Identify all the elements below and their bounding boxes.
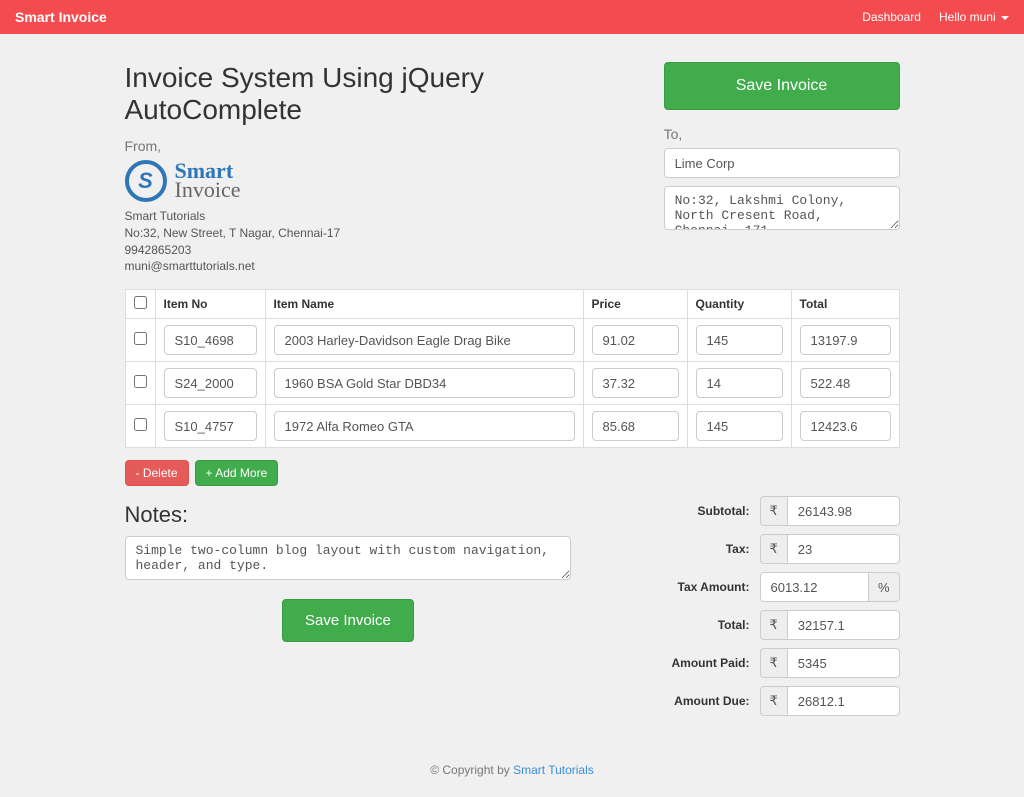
qty-input[interactable] xyxy=(696,368,783,398)
row-checkbox[interactable] xyxy=(134,375,147,388)
currency-icon: ₹ xyxy=(760,534,787,564)
user-menu[interactable]: Hello muni xyxy=(939,10,1009,24)
total-label: Total: xyxy=(591,618,759,632)
delete-button[interactable]: - Delete xyxy=(125,460,189,486)
th-price: Price xyxy=(583,290,687,319)
top-navbar: Smart Invoice Dashboard Hello muni xyxy=(0,0,1024,34)
qty-input[interactable] xyxy=(696,411,783,441)
tax-label: Tax: xyxy=(591,542,759,556)
notes-title: Notes: xyxy=(125,502,572,528)
table-row xyxy=(125,362,899,405)
to-name-input[interactable] xyxy=(664,148,900,178)
percent-icon: % xyxy=(869,572,900,602)
from-email: muni@smarttutorials.net xyxy=(125,258,644,275)
user-greeting: Hello muni xyxy=(939,10,996,24)
to-label: To, xyxy=(664,126,900,142)
table-row xyxy=(125,405,899,448)
total-input[interactable] xyxy=(787,610,900,640)
price-input[interactable] xyxy=(592,325,679,355)
itemno-input[interactable] xyxy=(164,411,257,441)
due-label: Amount Due: xyxy=(591,694,759,708)
th-itemname: Item Name xyxy=(265,290,583,319)
to-address-input[interactable] xyxy=(664,186,900,230)
itemno-input[interactable] xyxy=(164,325,257,355)
footer-prefix: © Copyright by xyxy=(430,763,513,777)
invoice-table: Item No Item Name Price Quantity Total xyxy=(125,289,900,448)
paid-label: Amount Paid: xyxy=(591,656,759,670)
select-all-checkbox[interactable] xyxy=(134,296,147,309)
from-info: Smart Tutorials No:32, New Street, T Nag… xyxy=(125,208,644,275)
footer: © Copyright by Smart Tutorials xyxy=(0,749,1024,797)
price-input[interactable] xyxy=(592,411,679,441)
currency-icon: ₹ xyxy=(760,686,787,716)
itemname-input[interactable] xyxy=(274,368,575,398)
price-input[interactable] xyxy=(592,368,679,398)
due-input[interactable] xyxy=(787,686,900,716)
save-invoice-top-button[interactable]: Save Invoice xyxy=(664,62,900,110)
from-company: Smart Tutorials xyxy=(125,208,644,225)
logo-icon: S xyxy=(125,160,167,202)
from-address: No:32, New Street, T Nagar, Chennai-17 xyxy=(125,225,644,242)
notes-input[interactable] xyxy=(125,536,572,580)
qty-input[interactable] xyxy=(696,325,783,355)
taxamount-label: Tax Amount: xyxy=(591,580,759,594)
from-phone: 9942865203 xyxy=(125,242,644,259)
taxamount-input[interactable] xyxy=(760,572,869,602)
nav-right: Dashboard Hello muni xyxy=(862,10,1009,24)
currency-icon: ₹ xyxy=(760,648,787,678)
row-checkbox[interactable] xyxy=(134,332,147,345)
tax-input[interactable] xyxy=(787,534,900,564)
save-invoice-bottom-button[interactable]: Save Invoice xyxy=(282,599,414,642)
footer-link[interactable]: Smart Tutorials xyxy=(513,763,594,777)
dashboard-link[interactable]: Dashboard xyxy=(862,10,921,24)
logo-line2: Invoice xyxy=(175,181,241,200)
total-input[interactable] xyxy=(800,325,891,355)
currency-icon: ₹ xyxy=(760,610,787,640)
subtotal-label: Subtotal: xyxy=(591,504,759,518)
total-input[interactable] xyxy=(800,411,891,441)
logo: S Smart Invoice xyxy=(125,160,644,202)
subtotal-input[interactable] xyxy=(787,496,900,526)
th-itemno: Item No xyxy=(155,290,265,319)
brand: Smart Invoice xyxy=(15,9,107,25)
th-total: Total xyxy=(791,290,899,319)
table-row xyxy=(125,319,899,362)
caret-down-icon xyxy=(1001,16,1009,20)
add-more-button[interactable]: + Add More xyxy=(195,460,279,486)
th-qty: Quantity xyxy=(687,290,791,319)
currency-icon: ₹ xyxy=(760,496,787,526)
itemname-input[interactable] xyxy=(274,325,575,355)
paid-input[interactable] xyxy=(787,648,900,678)
itemname-input[interactable] xyxy=(274,411,575,441)
row-checkbox[interactable] xyxy=(134,418,147,431)
total-input[interactable] xyxy=(800,368,891,398)
page-title: Invoice System Using jQuery AutoComplete xyxy=(125,62,644,126)
itemno-input[interactable] xyxy=(164,368,257,398)
from-label: From, xyxy=(125,138,644,154)
